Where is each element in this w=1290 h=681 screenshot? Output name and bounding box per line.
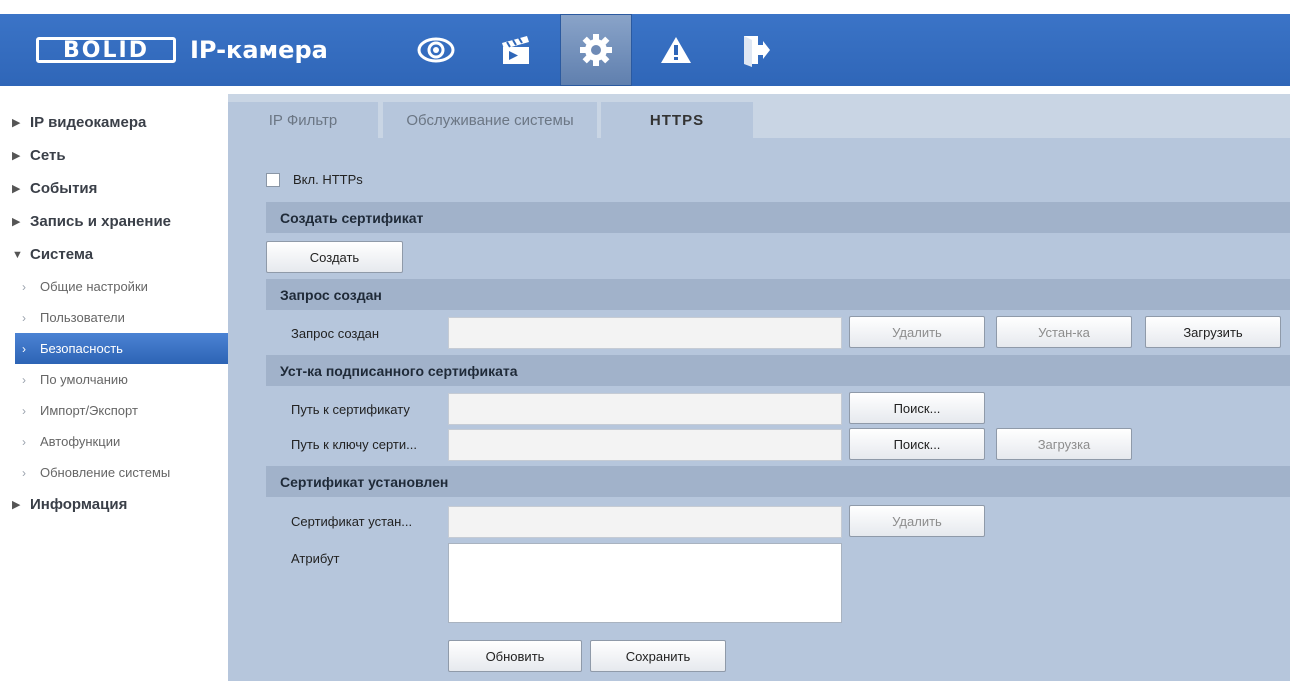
attribute-textarea[interactable] xyxy=(448,543,842,623)
installed-field[interactable] xyxy=(448,506,842,538)
main-nav xyxy=(400,14,800,86)
section-create-cert: Создать сертификат xyxy=(266,202,1290,233)
chevron-right-icon: › xyxy=(22,341,26,356)
sidebar-subitem-defaults[interactable]: › По умолчанию xyxy=(0,364,228,395)
expand-arrow-icon: ▶ xyxy=(12,117,21,129)
sidebar-subitem-label: Обновление системы xyxy=(40,465,171,480)
chevron-right-icon: › xyxy=(22,279,26,294)
enable-https-label: Вкл. HTTPs xyxy=(293,172,363,187)
sidebar-subitem-label: Общие настройки xyxy=(40,279,148,294)
request-label: Запрос создан xyxy=(291,326,380,341)
chevron-right-icon: › xyxy=(22,310,26,325)
sidebar-subitem-users[interactable]: › Пользователи xyxy=(0,302,228,333)
search-cert-button[interactable]: Поиск... xyxy=(849,392,985,424)
sidebar-item-system[interactable]: ▼ Система xyxy=(0,238,228,271)
sidebar-subitem-upgrade[interactable]: › Обновление системы xyxy=(0,457,228,488)
install-button[interactable]: Устан-ка xyxy=(996,316,1132,348)
sidebar-subitem-general[interactable]: › Общие настройки xyxy=(0,271,228,302)
chevron-right-icon: › xyxy=(22,372,26,387)
sidebar-item-network[interactable]: ▶ Сеть xyxy=(0,139,228,172)
chevron-right-icon: › xyxy=(22,434,26,449)
section-installed-cert: Сертификат установлен xyxy=(266,466,1290,497)
upload-button[interactable]: Загрузка xyxy=(996,428,1132,460)
sidebar-item-storage[interactable]: ▶ Запись и хранение xyxy=(0,205,228,238)
download-button[interactable]: Загрузить xyxy=(1145,316,1281,348)
sidebar-item-label: События xyxy=(30,180,98,197)
tab-ip-filter[interactable]: IP Фильтр xyxy=(228,102,378,138)
expand-arrow-icon: ▶ xyxy=(12,499,21,511)
warning-icon[interactable] xyxy=(640,14,712,86)
sidebar-item-label: IP видеокамера xyxy=(30,114,147,131)
installed-label: Сертификат устан... xyxy=(291,514,413,529)
create-button[interactable]: Создать xyxy=(266,241,403,273)
clapperboard-icon[interactable] xyxy=(480,14,552,86)
gear-icon[interactable] xyxy=(560,14,632,86)
sidebar-item-label: Запись и хранение xyxy=(30,213,172,230)
sidebar-item-info[interactable]: ▶ Информация xyxy=(0,488,228,521)
sidebar-subitem-label: Пользователи xyxy=(40,310,125,325)
sidebar-subitem-label: По умолчанию xyxy=(40,372,128,387)
cert-path-label: Путь к сертификату xyxy=(291,402,410,417)
key-path-label: Путь к ключу серти... xyxy=(291,437,417,452)
top-bar: BOLID IP-камера xyxy=(0,14,1290,86)
sidebar-subitem-security[interactable]: › Безопасность xyxy=(15,333,228,364)
eye-icon[interactable] xyxy=(400,14,472,86)
save-button[interactable]: Сохранить xyxy=(590,640,726,672)
key-path-field[interactable] xyxy=(448,429,842,461)
sidebar-item-ip-camera[interactable]: ▶ IP видеокамера xyxy=(0,106,228,139)
enable-https-row: Вкл. HTTPs xyxy=(266,172,363,187)
tab-system-maintenance[interactable]: Обслуживание системы xyxy=(383,102,597,138)
sidebar-subitem-label: Импорт/Экспорт xyxy=(40,403,138,418)
chevron-right-icon: › xyxy=(22,403,26,418)
logo: BOLID IP-камера xyxy=(36,34,328,66)
enable-https-checkbox[interactable] xyxy=(266,172,280,187)
main-panel: IP Фильтр Обслуживание системы HTTPS Вкл… xyxy=(228,94,1290,681)
cert-path-field[interactable] xyxy=(448,393,842,425)
request-field[interactable] xyxy=(448,317,842,349)
brand-logo: BOLID xyxy=(36,37,176,63)
expand-arrow-icon: ▶ xyxy=(12,216,21,228)
sidebar-subitem-import-export[interactable]: › Импорт/Экспорт xyxy=(0,395,228,426)
sidebar-subitem-auto[interactable]: › Автофункции xyxy=(0,426,228,457)
section-request-created: Запрос создан xyxy=(266,279,1290,310)
expand-arrow-icon: ▶ xyxy=(12,183,21,195)
sidebar: ▶ IP видеокамера ▶ Сеть ▶ События ▶ Запи… xyxy=(0,94,228,681)
sidebar-item-label: Система xyxy=(30,246,94,263)
sidebar-item-label: Сеть xyxy=(30,147,66,164)
delete-request-button[interactable]: Удалить xyxy=(849,316,985,348)
search-key-button[interactable]: Поиск... xyxy=(849,428,985,460)
expand-arrow-icon: ▶ xyxy=(12,150,21,162)
sidebar-item-events[interactable]: ▶ События xyxy=(0,172,228,205)
product-title: IP-камера xyxy=(190,36,328,64)
collapse-arrow-icon: ▼ xyxy=(12,248,23,261)
refresh-button[interactable]: Обновить xyxy=(448,640,582,672)
delete-installed-button[interactable]: Удалить xyxy=(849,505,985,537)
sidebar-subitem-label: Безопасность xyxy=(40,341,123,356)
sidebar-subitem-label: Автофункции xyxy=(40,434,121,449)
section-signed-cert: Уст-ка подписанного сертификата xyxy=(266,355,1290,386)
logout-icon[interactable] xyxy=(720,14,792,86)
tab-bar: IP Фильтр Обслуживание системы HTTPS xyxy=(228,94,1290,138)
sidebar-item-label: Информация xyxy=(30,496,128,513)
attribute-label: Атрибут xyxy=(291,551,340,566)
tab-https[interactable]: HTTPS xyxy=(601,102,753,138)
chevron-right-icon: › xyxy=(22,465,26,480)
